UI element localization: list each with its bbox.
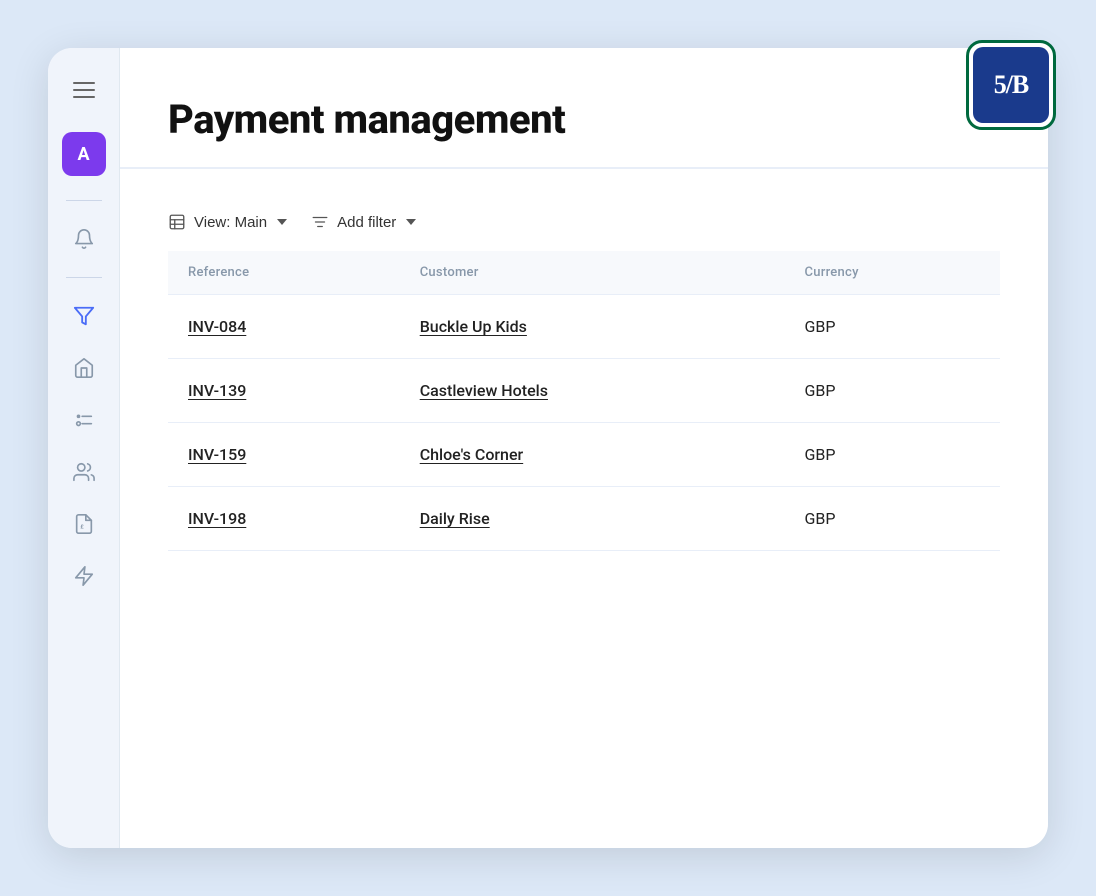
notifications-icon[interactable] <box>62 217 106 261</box>
reference-link[interactable]: INV-139 <box>188 381 246 400</box>
table-section: View: Main Add filter Ref <box>120 169 1048 848</box>
cell-currency: GBP <box>784 487 1000 551</box>
hamburger-menu-button[interactable] <box>66 72 102 108</box>
add-filter-chevron <box>406 219 416 225</box>
cell-currency: GBP <box>784 359 1000 423</box>
cell-customer[interactable]: Buckle Up Kids <box>400 295 785 359</box>
table-row: INV-084 Buckle Up Kids GBP <box>168 295 1000 359</box>
payments-table: Reference Customer Currency INV-084 Buckl… <box>168 251 1000 551</box>
col-customer: Customer <box>400 251 785 295</box>
reference-link[interactable]: INV-198 <box>188 509 246 528</box>
brand-logo-text: 5/B <box>994 70 1029 100</box>
hamburger-line-1 <box>73 82 95 84</box>
lightning-icon[interactable] <box>62 554 106 598</box>
view-main-button[interactable]: View: Main <box>168 209 287 235</box>
table-row: INV-139 Castleview Hotels GBP <box>168 359 1000 423</box>
filter-y-icon[interactable] <box>62 294 106 338</box>
add-filter-button[interactable]: Add filter <box>311 209 416 235</box>
avatar-label: A <box>77 144 89 165</box>
table-body: INV-084 Buckle Up Kids GBP INV-139 Castlevie… <box>168 295 1000 551</box>
toolbar: View: Main Add filter <box>168 193 1000 251</box>
cell-reference[interactable]: INV-159 <box>168 423 400 487</box>
cell-currency: GBP <box>784 295 1000 359</box>
col-reference: Reference <box>168 251 400 295</box>
hamburger-line-2 <box>73 89 95 91</box>
table-view-icon <box>168 213 186 231</box>
brand-logo: 5/B <box>966 40 1056 130</box>
reference-link[interactable]: INV-159 <box>188 445 246 464</box>
cell-reference[interactable]: INV-198 <box>168 487 400 551</box>
table-row: INV-159 Chloe's Corner GBP <box>168 423 1000 487</box>
table-header: Reference Customer Currency <box>168 251 1000 295</box>
cell-currency: GBP <box>784 423 1000 487</box>
cell-reference[interactable]: INV-139 <box>168 359 400 423</box>
hamburger-line-3 <box>73 96 95 98</box>
customer-link[interactable]: Buckle Up Kids <box>420 317 527 336</box>
cell-customer[interactable]: Daily Rise <box>400 487 785 551</box>
invoice-icon[interactable]: £ <box>62 502 106 546</box>
home-icon[interactable] <box>62 346 106 390</box>
col-currency: Currency <box>784 251 1000 295</box>
user-avatar[interactable]: A <box>62 132 106 176</box>
reference-link[interactable]: INV-084 <box>188 317 246 336</box>
page-header: Payment management <box>120 48 1048 169</box>
customer-link[interactable]: Chloe's Corner <box>420 445 524 464</box>
tasks-icon[interactable] <box>62 398 106 442</box>
cell-reference[interactable]: INV-084 <box>168 295 400 359</box>
page-title: Payment management <box>168 96 1000 143</box>
table-row: INV-198 Daily Rise GBP <box>168 487 1000 551</box>
view-main-label: View: Main <box>194 214 267 231</box>
users-icon[interactable] <box>62 450 106 494</box>
customer-link[interactable]: Daily Rise <box>420 509 490 528</box>
svg-text:£: £ <box>80 525 84 531</box>
cell-customer[interactable]: Chloe's Corner <box>400 423 785 487</box>
customer-link[interactable]: Castleview Hotels <box>420 381 548 400</box>
app-window: A <box>48 48 1048 848</box>
add-filter-label: Add filter <box>337 214 396 231</box>
cell-customer[interactable]: Castleview Hotels <box>400 359 785 423</box>
sidebar-divider-2 <box>66 277 102 278</box>
view-main-chevron <box>277 219 287 225</box>
main-content: Payment management View: Main <box>120 48 1048 848</box>
brand-logo-inner: 5/B <box>973 47 1049 123</box>
sidebar-divider-1 <box>66 200 102 201</box>
filter-icon <box>311 213 329 231</box>
sidebar: A <box>48 48 120 848</box>
